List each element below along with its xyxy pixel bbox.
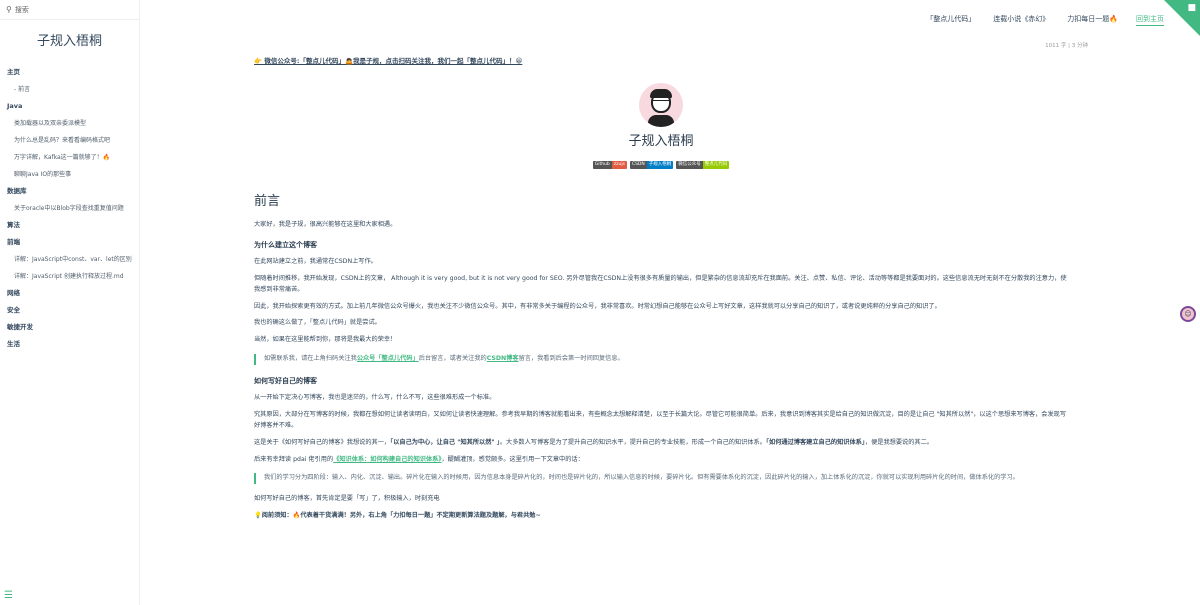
- paragraph: 在此网站建立之前，我通常在CSDN上写作。: [254, 257, 377, 265]
- csdn-link[interactable]: CSDN博客: [487, 355, 519, 362]
- knowledge-quote: 我们的学习分为四阶段：输入、内化、沉淀、输出。碎片化在输入的时候用，因为信息本身…: [254, 473, 1068, 485]
- wechat-link[interactable]: 公众号「整点儿代码」: [357, 355, 419, 362]
- sidebar-group[interactable]: Java: [0, 98, 139, 115]
- intro-text: 大家好，我是子规，很高兴能够在这里和大家相遇。: [254, 220, 397, 228]
- sidebar-item[interactable]: 详解：JavaScript 创建执行释放过程.md: [0, 268, 139, 285]
- paragraph: 后来有幸拜读 pdai 佬引用的《知识体系：如何构建自己的知识体系》，醍醐灌顶，…: [254, 455, 584, 463]
- sidebar-group[interactable]: 数据库: [0, 183, 139, 200]
- reading-notice: 💡阅前须知：🔥代表着干货满满！另外，右上角「力扣每日一题」不定期更新算法题及题解…: [254, 512, 541, 520]
- topnav-item-novel[interactable]: 连载小说《赤幻》: [993, 14, 1049, 26]
- sidebar-item[interactable]: 聊聊Java IO的那些事: [0, 166, 139, 183]
- badge-wechat[interactable]: 微信公众号 整点儿代码: [676, 161, 730, 170]
- avatar: [639, 83, 683, 128]
- search-box[interactable]: ⚲ 搜索: [0, 0, 139, 20]
- why-heading: 为什么建立这个博客: [254, 240, 317, 249]
- sidebar-group[interactable]: 主页: [0, 64, 139, 81]
- contact-quote: 如需联系我，请在上角扫码关注我公众号「整点儿代码」后台留言，或者关注我的CSDN…: [254, 354, 1068, 365]
- badges: Github zzujs CSDN 子规入梧桐 微信公众号 整点儿代码: [254, 161, 1068, 170]
- paragraph: 这是关于《如何写好自己的博客》我想说的其一，「以自己为中心，让自己 "知其所以然…: [254, 438, 933, 446]
- paragraph: 但随着时间推移，我开始发现，CSDN上的文章， Although it is v…: [254, 274, 1067, 293]
- floating-avatar-button[interactable]: ☺: [1180, 306, 1196, 322]
- section-heading: 前言: [254, 194, 281, 210]
- sidebar-item[interactable]: - 前言: [0, 81, 139, 98]
- top-nav: 「整点儿代码」 连载小说《赤幻》 力扣每日一题🔥 回到主页: [926, 14, 1164, 26]
- knowledge-link[interactable]: 《知识体系：如何构建自己的知识体系》: [333, 456, 441, 463]
- qrcode-icon[interactable]: ■: [1187, 3, 1196, 13]
- profile: 子规入梧桐 Github zzujs CSDN 子规入梧桐 微信公众号 整点儿代码: [254, 83, 1068, 170]
- menu-toggle-icon[interactable]: ☰: [4, 590, 13, 601]
- topnav-item-code[interactable]: 「整点儿代码」: [926, 14, 975, 26]
- word-count: 1011 字 | 3 分钟: [1045, 43, 1088, 49]
- paragraph: 如何写好自己的博客，首先肯定是要「写」了，积极输入，时刻充电: [254, 495, 440, 503]
- paragraph: 我也的确这么做了，「整点儿代码」就是尝试。: [254, 319, 381, 327]
- topnav-item-leetcode[interactable]: 力扣每日一题🔥: [1067, 14, 1118, 26]
- sidebar-group[interactable]: 前端: [0, 234, 139, 251]
- sidebar-item[interactable]: 万字详解，Kafka这一篇就够了！🔥: [0, 149, 139, 166]
- sidebar-item[interactable]: 为什么总是乱码？来看看编码格式吧: [0, 132, 139, 149]
- how-heading: 如何写好自己的博客: [254, 376, 317, 385]
- paragraph: 因此，我开始探索更有效的方式。加上前几年微信公众号爆火，我也关注不少微信公众号。…: [254, 302, 941, 310]
- article: 👉 微信公众号:「整点儿代码」🙇我是子规，点击扫码关注我，我们一起「整点儿代码」…: [254, 56, 1068, 528]
- topnav-item-home[interactable]: 回到主页: [1136, 14, 1164, 26]
- sidebar-item[interactable]: 关于oracle中以Blob字段查找重复值问题: [0, 200, 139, 217]
- search-input[interactable]: 搜索: [15, 5, 29, 15]
- sidebar: ⚲ 搜索 子规入梧桐 主页 - 前言 Java 类加载器以及双亲委派模型 为什么总是乱码…: [0, 0, 140, 605]
- sidebar-group[interactable]: 网络: [0, 285, 139, 302]
- profile-name: 子规入梧桐: [628, 134, 694, 150]
- notice-link[interactable]: 👉 微信公众号:「整点儿代码」🙇我是子规，点击扫码关注我，我们一起「整点儿代码」…: [254, 56, 1068, 67]
- sidebar-item[interactable]: 详解：JavaScript中const、var、let的区别: [0, 251, 139, 268]
- search-icon: ⚲: [6, 5, 12, 14]
- badge-github[interactable]: Github zzujs: [592, 161, 627, 170]
- sidebar-group[interactable]: 生活: [0, 336, 139, 353]
- badge-csdn[interactable]: CSDN 子规入梧桐: [629, 161, 674, 170]
- paragraph: 究其原因，大部分在写博客的时候，我都在想如何让读者读明白，又如何让读者快速理解。…: [254, 410, 1067, 429]
- sidebar-group[interactable]: 敏捷开发: [0, 319, 139, 336]
- sidebar-group[interactable]: 安全: [0, 302, 139, 319]
- sidebar-group[interactable]: 算法: [0, 217, 139, 234]
- sidebar-item[interactable]: 类加载器以及双亲委派模型: [0, 115, 139, 132]
- sidebar-nav: 主页 - 前言 Java 类加载器以及双亲委派模型 为什么总是乱码？来看看编码格式吧 万字…: [0, 64, 139, 353]
- app-name[interactable]: 子规入梧桐: [0, 32, 139, 52]
- paragraph: 从一开始下定决心写博客，我也是迷茫的，什么写，什么不写，这些很难形成一个标准。: [254, 394, 496, 402]
- paragraph: 当然，如果在这里能帮到你，那将是我最大的荣幸！: [254, 336, 397, 344]
